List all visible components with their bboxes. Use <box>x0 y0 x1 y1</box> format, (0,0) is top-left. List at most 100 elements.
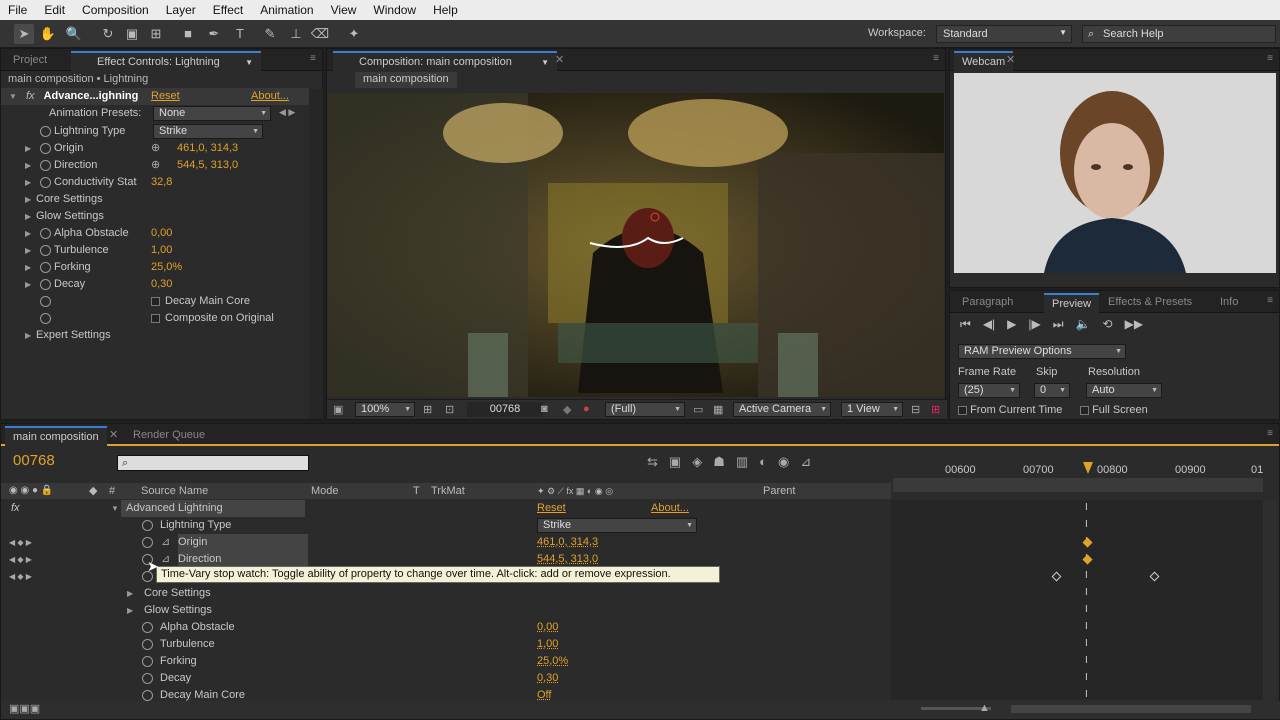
effect-property-row[interactable]: ▶ Direction ⊕ 544,5, 313,0 <box>1 157 309 174</box>
panel-menu-icon[interactable]: ≡ <box>1267 295 1273 306</box>
timeline-row[interactable]: Turbulence 1,00 <box>1 636 891 653</box>
keyframe-icon[interactable] <box>1149 571 1160 582</box>
property-value[interactable]: 25,0% <box>537 653 568 670</box>
property-value[interactable]: 32,8 <box>151 174 172 191</box>
triangle-right-icon[interactable]: ▶ <box>25 242 31 259</box>
effect-property-row[interactable]: ▶ Core Settings <box>1 191 309 208</box>
timeline-row[interactable]: Decay 0,30 <box>1 670 891 687</box>
tab-render-queue[interactable]: Render Queue <box>125 426 213 446</box>
timeline-scrollbar[interactable] <box>1263 500 1277 700</box>
always-preview-icon[interactable]: ▣ <box>333 403 343 416</box>
stopwatch-icon[interactable] <box>40 143 51 154</box>
brush-tool-icon[interactable]: ✎ <box>260 24 280 44</box>
puppet-tool-icon[interactable]: ✦ <box>344 24 364 44</box>
effect-property-row[interactable]: ▶ Origin ⊕ 461,0, 314,3 <box>1 140 309 157</box>
timeline-row[interactable]: ▶ Core Settings <box>1 585 891 602</box>
fx-icon[interactable]: fx <box>11 500 20 517</box>
tab-preview[interactable]: Preview <box>1044 293 1100 313</box>
effect-property-row[interactable]: Lightning Type Strike <box>1 123 309 140</box>
audio-icon[interactable]: 🔈 <box>1076 317 1091 332</box>
triangle-right-icon[interactable]: ▶ <box>25 174 31 191</box>
property-value[interactable]: 461,0, 314,3 <box>537 534 598 551</box>
tab-info[interactable]: Info <box>1212 293 1246 313</box>
triangle-right-icon[interactable]: ▶ <box>25 259 31 276</box>
transparency-grid-icon[interactable]: ▦ <box>713 403 723 416</box>
stopwatch-icon[interactable] <box>40 177 51 188</box>
timeline-search-input[interactable]: ⌕ <box>117 455 309 471</box>
snapshot-icon[interactable]: ◙ <box>541 403 548 415</box>
toggle-pixel-icon[interactable]: ⊟ <box>911 403 920 416</box>
comp-breadcrumb[interactable]: main composition <box>355 72 457 88</box>
menu-help[interactable]: Help <box>425 3 467 17</box>
play-icon[interactable]: ▶ <box>1007 317 1016 332</box>
panel-menu-icon[interactable]: ≡ <box>933 53 939 64</box>
menu-layer[interactable]: Layer <box>158 3 205 17</box>
property-value[interactable]: 461,0, 314,3 <box>177 140 238 157</box>
first-frame-icon[interactable]: ⏮ <box>960 317 971 332</box>
property-value[interactable]: 544,5, 313,0 <box>177 157 238 174</box>
stopwatch-icon[interactable] <box>142 673 153 684</box>
from-current-time-option[interactable]: From Current Time <box>958 404 1062 416</box>
triangle-right-icon[interactable]: ▶ <box>25 191 31 208</box>
timeline-row[interactable]: Forking 25,0% <box>1 653 891 670</box>
menu-view[interactable]: View <box>323 3 366 17</box>
shy-icon[interactable]: ☗ <box>713 454 725 470</box>
stopwatch-icon[interactable] <box>40 228 51 239</box>
timeline-row[interactable]: Alpha Obstacle 0,00 <box>1 619 891 636</box>
timeline-row[interactable]: ▶ Glow Settings <box>1 602 891 619</box>
tab-effect-controls[interactable]: Effect Controls: Lightning ▼ <box>71 51 261 71</box>
property-value[interactable]: 1,00 <box>537 636 558 653</box>
fx-icon[interactable]: fx <box>26 90 35 102</box>
show-snapshot-icon[interactable]: ◆ <box>563 403 571 416</box>
current-time-display[interactable]: 00768 <box>467 402 543 417</box>
playhead-icon[interactable] <box>1083 462 1093 474</box>
triangle-right-icon[interactable]: ▶ <box>25 140 31 157</box>
stopwatch-icon[interactable] <box>40 160 51 171</box>
graph-icon[interactable]: ⊿ <box>161 534 170 551</box>
stopwatch-icon[interactable] <box>142 537 153 548</box>
triangle-right-icon[interactable]: ▶ <box>25 276 31 293</box>
stopwatch-icon[interactable] <box>142 656 153 667</box>
effect-property-row[interactable]: ▶ Forking 25,0% <box>1 259 309 276</box>
scrollbar[interactable] <box>309 89 323 419</box>
draft-3d-icon[interactable]: ◈ <box>692 454 702 470</box>
composition-viewer[interactable] <box>328 93 944 397</box>
stopwatch-icon[interactable] <box>40 313 51 324</box>
horizontal-scrollbar[interactable] <box>1011 705 1251 713</box>
safe-margins-icon[interactable]: ⊡ <box>445 403 454 416</box>
graph-editor-icon[interactable]: ⊿ <box>800 454 811 470</box>
tab-webcam[interactable]: Webcam <box>954 51 1014 71</box>
menu-file[interactable]: File <box>0 3 36 17</box>
previous-frame-icon[interactable]: ◀| <box>983 317 995 332</box>
stopwatch-icon[interactable] <box>40 262 51 273</box>
triangle-right-icon[interactable]: ▶ <box>127 602 133 619</box>
last-frame-icon[interactable]: ⏭ <box>1053 317 1064 332</box>
triangle-right-icon[interactable]: ▶ <box>25 327 31 344</box>
triangle-right-icon[interactable]: ▶ <box>25 157 31 174</box>
tab-composition[interactable]: Composition: main composition ▼ <box>333 51 557 71</box>
work-area-bar[interactable] <box>893 478 1263 492</box>
crosshair-icon[interactable]: ⊕ <box>151 157 160 174</box>
keyframe-navigator-icon[interactable]: ◀ ◆ ▶ <box>9 551 32 568</box>
clone-tool-icon[interactable]: ⊥ <box>286 24 306 44</box>
column-t[interactable]: T <box>413 483 420 499</box>
panel-menu-icon[interactable]: ≡ <box>1267 428 1273 439</box>
channel-icon[interactable]: ● <box>583 403 590 415</box>
timeline-timecode[interactable]: 00768 <box>13 452 55 469</box>
live-update-icon[interactable]: ▣ <box>669 454 681 470</box>
tab-main-composition[interactable]: main composition <box>5 426 107 446</box>
menu-animation[interactable]: Animation <box>252 3 322 17</box>
ram-preview-icon[interactable]: ▶▶ <box>1125 317 1143 332</box>
stopwatch-icon[interactable] <box>142 520 153 531</box>
tab-project[interactable]: Project <box>5 51 55 71</box>
hand-tool-icon[interactable]: ✋ <box>38 24 58 44</box>
camera-dropdown[interactable]: Active Camera <box>733 402 831 417</box>
ram-preview-options-dropdown[interactable]: RAM Preview Options <box>958 344 1126 359</box>
zoom-dropdown[interactable]: 100% <box>355 402 415 417</box>
timeline-row[interactable]: fx ▼ Advanced Lightning Reset About... <box>1 500 891 517</box>
time-ruler[interactable]: 00600 00700 00800 00900 01 <box>893 448 1263 498</box>
selection-tool-icon[interactable]: ➤ <box>14 24 34 44</box>
resolution-dropdown[interactable]: Auto <box>1086 383 1162 398</box>
menu-effect[interactable]: Effect <box>205 3 252 17</box>
property-value[interactable]: 1,00 <box>151 242 172 259</box>
